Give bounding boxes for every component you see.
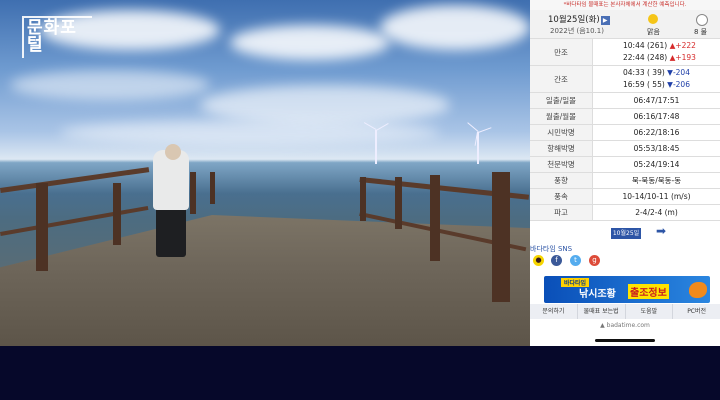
row-value: 10-14/10-11 (m/s) bbox=[592, 188, 720, 205]
tide-time: 16:59 ( 55) bbox=[623, 80, 665, 89]
date-header: 10월25일(화) ▶ 2022년 (음10.1) 맑음 8 물 bbox=[530, 10, 720, 39]
tide-time: 22:44 (248) bbox=[623, 53, 668, 62]
row-value: 05:24/19:14 bbox=[592, 156, 720, 173]
table-row: 일출/일몰 06:47/17:51 bbox=[530, 92, 720, 109]
wind-turbine bbox=[477, 132, 479, 164]
table-row: 만조 10:44 (261) ▲+222 22:44 (248) ▲+193 bbox=[530, 39, 720, 66]
play-icon[interactable]: ▶ bbox=[600, 16, 610, 25]
menu-item-help[interactable]: 도움말 bbox=[626, 304, 674, 319]
table-row: 파고 2-4/2-4 (m) bbox=[530, 204, 720, 221]
row-label: 월출/월몰 bbox=[530, 108, 593, 125]
row-label: 시민박명 bbox=[530, 124, 593, 141]
video-frame: 문화포털 bbox=[0, 0, 530, 346]
tide-change: +193 bbox=[675, 53, 696, 62]
menu-item-pc-version[interactable]: PC버전 bbox=[673, 304, 720, 319]
notice-text: *바다타임 물때표는 본사자체에서 계산한 예측입니다. bbox=[530, 0, 720, 10]
row-value: 06:22/18:16 bbox=[592, 124, 720, 141]
row-value: 06:16/17:48 bbox=[592, 108, 720, 125]
row-value: 05:53/18:45 bbox=[592, 140, 720, 157]
sun-icon bbox=[648, 14, 658, 24]
date-nav: 10월25일 ➡ bbox=[530, 221, 720, 243]
twitter-icon[interactable]: t bbox=[570, 255, 581, 266]
tide-time: 04:33 ( 39) bbox=[623, 68, 665, 77]
row-label: 천문박명 bbox=[530, 156, 593, 173]
google-plus-icon[interactable]: g bbox=[589, 255, 600, 266]
row-value: 북-북동/북동-동 bbox=[592, 172, 720, 189]
next-day-arrow-icon[interactable]: ➡ bbox=[656, 224, 666, 238]
row-label: 풍속 bbox=[530, 188, 593, 205]
banner-title: 낚시조황 bbox=[579, 289, 616, 300]
weather-label: 맑음 bbox=[647, 28, 660, 36]
tide-change: -204 bbox=[672, 68, 690, 77]
menu-item-contact[interactable]: 문의하기 bbox=[530, 304, 578, 319]
row-label: 항해박명 bbox=[530, 140, 593, 157]
broadcast-logo: 문화포털 bbox=[27, 18, 77, 55]
tide-info-panel: *바다타임 물때표는 본사자체에서 계산한 예측입니다. 10월25일(화) ▶ … bbox=[530, 0, 720, 346]
sns-label: 바다타임 SNS bbox=[530, 245, 573, 253]
row-value: 06:47/17:51 bbox=[592, 92, 720, 109]
row-label: 일출/일몰 bbox=[530, 92, 593, 109]
kakao-icon[interactable]: ● bbox=[533, 255, 544, 266]
table-row: 항해박명 05:53/18:45 bbox=[530, 140, 720, 157]
table-row: 풍향 북-북동/북동-동 bbox=[530, 172, 720, 189]
tide-change: -206 bbox=[672, 80, 690, 89]
row-label: 풍향 bbox=[530, 172, 593, 189]
tide-change: +222 bbox=[675, 41, 696, 50]
date-button[interactable]: 10월25일 bbox=[611, 228, 641, 239]
bottom-menu: 문의하기 물때표 보는법 도움말 PC버전 bbox=[530, 304, 720, 319]
row-label: 파고 bbox=[530, 204, 593, 221]
banner-subtitle: 출조정보 bbox=[628, 284, 669, 299]
menu-item-how-to-read[interactable]: 물때표 보는법 bbox=[578, 304, 626, 319]
moon-icon bbox=[696, 14, 708, 26]
tide-level-label: 8 물 bbox=[694, 28, 708, 36]
lunar-date: 2022년 (음10.1) bbox=[550, 27, 604, 35]
row-value: 2-4/2-4 (m) bbox=[592, 204, 720, 221]
person bbox=[156, 205, 186, 257]
table-row: 월출/월몰 06:16/17:48 bbox=[530, 108, 720, 125]
table-row: 천문박명 05:24/19:14 bbox=[530, 156, 720, 173]
date-label: 10월25일(화) bbox=[548, 15, 600, 25]
table-row: 시민박명 06:22/18:16 bbox=[530, 124, 720, 141]
table-row: 풍속 10-14/10-11 (m/s) bbox=[530, 188, 720, 205]
fishing-report-banner[interactable]: 바다타임 낚시조황 출조정보 bbox=[544, 276, 710, 303]
site-url: ▲ badatime.com bbox=[600, 322, 650, 329]
fish-icon bbox=[689, 282, 707, 298]
facebook-icon[interactable]: f bbox=[551, 255, 562, 266]
home-indicator bbox=[595, 339, 655, 342]
tide-time: 10:44 (261) bbox=[623, 41, 668, 50]
table-row: 간조 04:33 ( 39) ▼-204 16:59 ( 55) ▼-206 bbox=[530, 65, 720, 93]
tide-table: 만조 10:44 (261) ▲+222 22:44 (248) ▲+193 간… bbox=[530, 39, 720, 221]
row-label: 만조 bbox=[530, 39, 593, 66]
row-label: 간조 bbox=[530, 65, 593, 93]
